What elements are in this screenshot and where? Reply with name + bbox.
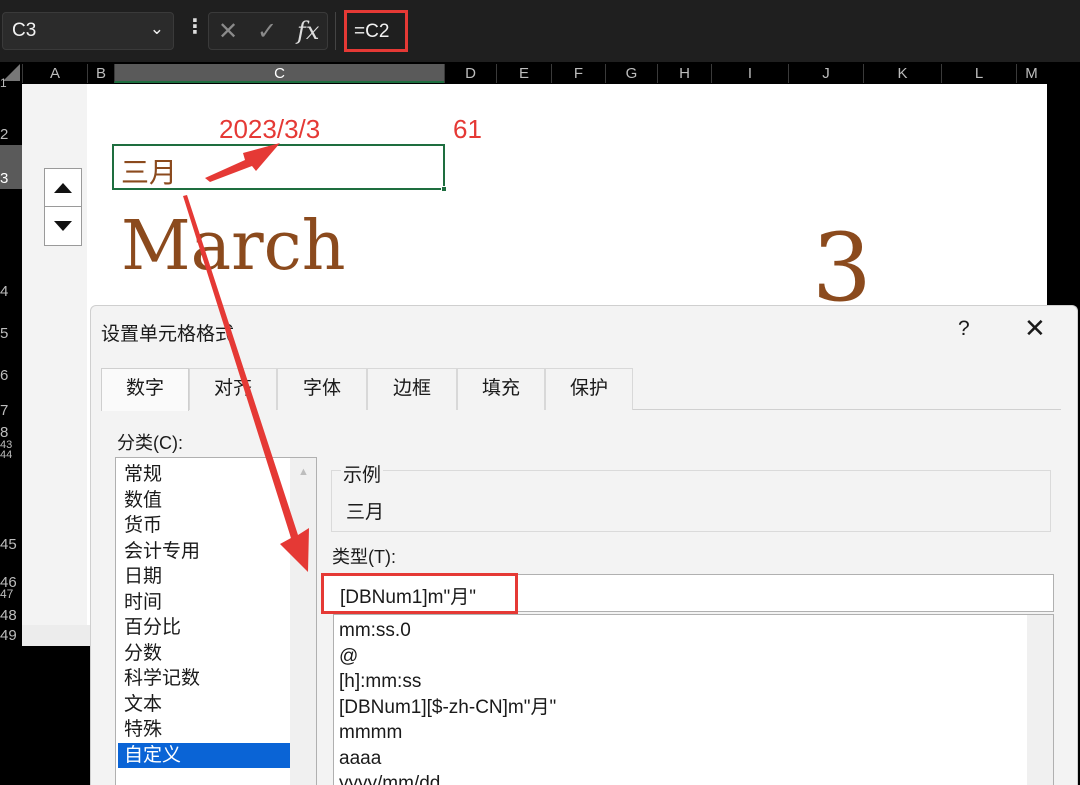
category-item[interactable]: 科学记数 (118, 666, 290, 692)
tab-font[interactable]: 字体 (277, 368, 367, 410)
scroll-up-icon[interactable]: ▲ (298, 466, 309, 478)
column-header[interactable]: F (551, 64, 605, 83)
cell-month-english[interactable]: March (121, 207, 346, 286)
chevron-down-icon[interactable]: ⌄ (150, 19, 164, 39)
sample-label: 示例 (341, 460, 384, 487)
category-item[interactable]: 文本 (118, 692, 290, 718)
more-options-icon[interactable]: ⋮ (185, 14, 205, 39)
column-header[interactable]: A (22, 64, 87, 83)
row-header[interactable]: 2 (0, 127, 22, 143)
column-header[interactable]: J (788, 64, 863, 83)
row-header[interactable]: 1 (0, 77, 22, 89)
help-icon[interactable]: ? (958, 317, 970, 341)
row-header[interactable]: 48 (0, 608, 22, 624)
triangle-up-icon (54, 182, 72, 193)
formula-input[interactable]: =C2 (344, 10, 408, 52)
formula-bar: C3 ⌄ ⋮ ✕ ✓ fx =C2 (0, 0, 1080, 62)
format-item[interactable]: @ (338, 644, 556, 670)
name-box[interactable]: C3 ⌄ (2, 12, 174, 50)
row-header[interactable]: 4 (0, 284, 22, 300)
column-header[interactable]: H (657, 64, 711, 83)
column-header[interactable]: I (711, 64, 788, 83)
category-label: 分类(C): (117, 433, 183, 453)
close-icon[interactable]: ✕ (1024, 313, 1046, 344)
tab-fill[interactable]: 填充 (457, 368, 545, 410)
cell-c2[interactable]: 2023/3/3 (219, 114, 320, 145)
tab-border[interactable]: 边框 (367, 368, 457, 410)
column-header[interactable]: M (1016, 64, 1046, 83)
row-header[interactable]: 43 (0, 440, 22, 451)
category-scrollbar[interactable]: ▲ (290, 458, 316, 785)
format-list-scrollbar[interactable] (1027, 615, 1053, 785)
annotation-highlight-box (321, 573, 518, 614)
cancel-icon[interactable]: ✕ (218, 17, 238, 46)
row-header-selected[interactable]: 3 (0, 145, 22, 189)
category-item[interactable]: 百分比 (118, 615, 290, 641)
category-item[interactable]: 分数 (118, 641, 290, 667)
insert-function-icon[interactable]: fx (297, 17, 319, 45)
category-item-selected[interactable]: 自定义 (118, 742, 290, 768)
category-item[interactable]: 数值 (118, 488, 290, 514)
column-header[interactable]: B (87, 64, 114, 83)
format-item[interactable]: aaaa (338, 746, 556, 772)
cell-d2[interactable]: 61 (453, 114, 482, 145)
row-header[interactable]: 6 (0, 368, 22, 384)
spin-button-control[interactable] (44, 168, 82, 246)
format-item[interactable]: yyyy/mm/dd (338, 771, 556, 785)
spin-up-button[interactable] (45, 169, 81, 207)
fill-handle[interactable] (441, 186, 447, 192)
format-item[interactable]: [h]:mm:ss (338, 669, 556, 695)
column-header-selected[interactable]: C (114, 64, 444, 83)
dialog-tabs: 数字 对齐 字体 边框 填充 保护 (101, 368, 1061, 411)
column-header[interactable]: D (444, 64, 496, 83)
cell-c3-value: 三月 (121, 156, 178, 189)
enter-icon[interactable]: ✓ (257, 17, 277, 46)
type-label: 类型(T): (332, 547, 396, 567)
format-item[interactable]: mmmm (338, 720, 556, 746)
format-list[interactable]: mm:ss.0 @ [h]:mm:ss [DBNum1][$-zh-CN]m"月… (333, 614, 1054, 785)
triangle-down-icon (54, 221, 72, 231)
tab-alignment[interactable]: 对齐 (189, 368, 277, 410)
active-cell-c3[interactable]: 三月 (112, 144, 447, 192)
column-header[interactable]: L (941, 64, 1016, 83)
formula-separator (335, 12, 336, 50)
tab-protection[interactable]: 保护 (545, 368, 633, 410)
category-item[interactable]: 常规 (118, 462, 290, 488)
row-header[interactable]: 49 (0, 628, 22, 644)
row-header[interactable]: 5 (0, 326, 22, 342)
column-header[interactable]: E (496, 64, 551, 83)
name-box-value: C3 (12, 20, 37, 41)
formula-tools: ✕ ✓ fx (208, 12, 328, 50)
format-cells-dialog: 设置单元格格式 ? ✕ 数字 对齐 字体 边框 填充 保护 分类(C): 常规 … (90, 305, 1078, 785)
row-header[interactable]: 7 (0, 403, 22, 419)
category-item[interactable]: 会计专用 (118, 539, 290, 565)
sample-group (331, 470, 1051, 532)
category-item[interactable]: 时间 (118, 590, 290, 616)
format-item[interactable]: mm:ss.0 (338, 618, 556, 644)
category-item[interactable]: 日期 (118, 564, 290, 590)
row-header[interactable]: 44 (0, 450, 22, 461)
spin-down-button[interactable] (45, 207, 81, 245)
column-header[interactable]: K (863, 64, 941, 83)
dialog-title: 设置单元格格式 (101, 324, 235, 345)
category-item[interactable]: 货币 (118, 513, 290, 539)
column-header[interactable]: G (605, 64, 657, 83)
category-list[interactable]: 常规 数值 货币 会计专用 日期 时间 百分比 分数 科学记数 文本 特殊 自定… (115, 457, 317, 785)
category-item[interactable]: 特殊 (118, 717, 290, 743)
row-header[interactable]: 45 (0, 537, 22, 553)
sample-value: 三月 (346, 502, 385, 523)
format-item[interactable]: [DBNum1][$-zh-CN]m"月" (338, 695, 556, 721)
tab-number[interactable]: 数字 (101, 368, 189, 411)
row-header[interactable]: 47 (0, 588, 22, 600)
